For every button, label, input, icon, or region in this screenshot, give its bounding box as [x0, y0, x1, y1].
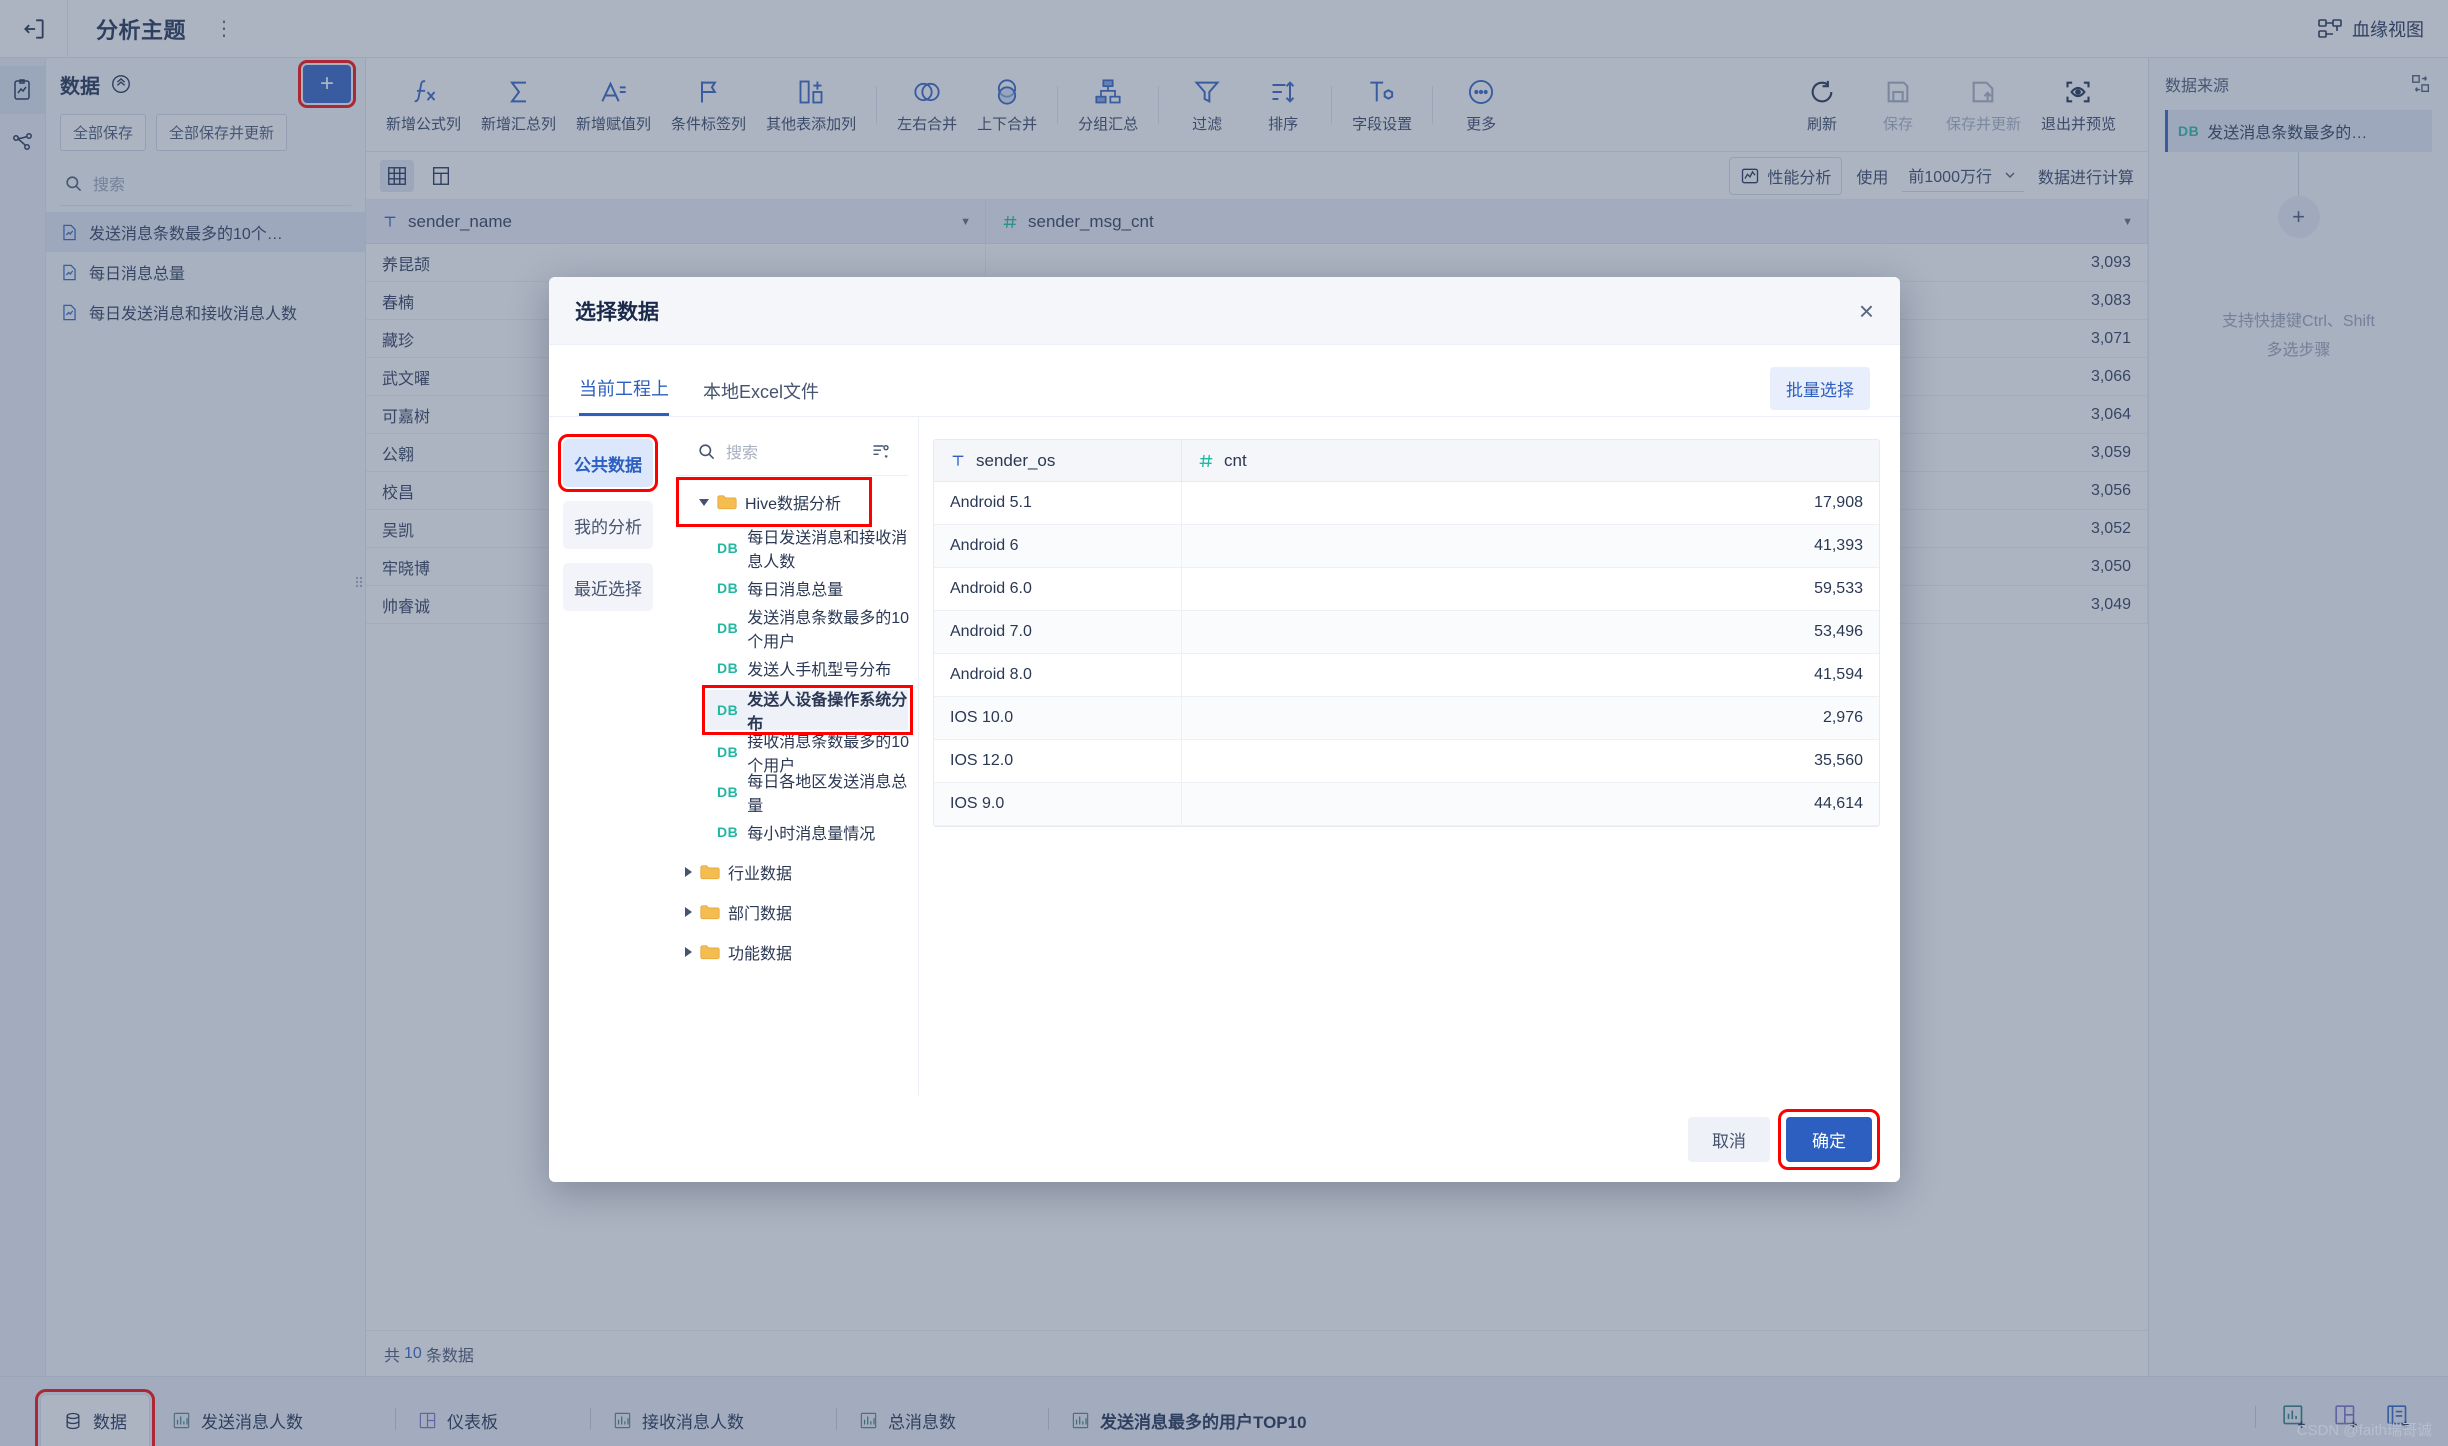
- db-badge: DB: [717, 660, 739, 676]
- chevron-right-icon: [685, 867, 692, 877]
- preview-header-row: sender_os cnt: [934, 440, 1879, 482]
- tree-leaf-list: DB 每日发送消息和接收消息人数 DB 每日消息总量 DB 发送消息条数最多的10个用户 D…: [667, 528, 918, 852]
- tab-local-excel[interactable]: 本地Excel文件: [703, 378, 819, 416]
- db-badge: DB: [717, 540, 739, 556]
- cell-sender-os: Android 6.0: [934, 568, 1182, 610]
- confirm-button[interactable]: 确定: [1786, 1116, 1872, 1162]
- preview-row: Android 6.0 59,533: [934, 568, 1879, 611]
- db-badge: DB: [717, 702, 739, 718]
- tree-leaf-label: 每日发送消息和接收消息人数: [747, 530, 908, 571]
- category-recent[interactable]: 最近选择: [563, 563, 653, 611]
- tree-leaf-item[interactable]: DB 每日发送消息和接收消息人数: [667, 528, 918, 571]
- tree-folder-department[interactable]: 部门数据: [667, 892, 918, 932]
- select-data-dialog: 选择数据 × 当前工程上 本地Excel文件 批量选择 公共数据 我的分析 最近…: [549, 277, 1900, 1182]
- folder-icon: [700, 864, 720, 881]
- cell-sender-os: IOS 12.0: [934, 740, 1182, 782]
- tree-leaf-label: 每小时消息量情况: [747, 826, 876, 843]
- cell-sender-os: Android 6: [934, 525, 1182, 567]
- preview-column-label: cnt: [1224, 450, 1247, 470]
- tree-folder-label: 功能数据: [728, 946, 793, 963]
- dataset-tree: 搜索 Hive数据分析 DB 每日发送消息和接收消息人数 DB 每日消息总量 DB 发送消…: [667, 417, 919, 1096]
- cell-cnt: 41,393: [1814, 537, 1863, 554]
- tree-leaf-item[interactable]: DB 每日各地区发送消息总量: [667, 772, 918, 815]
- tree-leaf-label: 发送消息条数最多的10个用户: [747, 610, 910, 651]
- db-badge: DB: [717, 620, 739, 636]
- chevron-down-icon: [699, 498, 709, 506]
- tree-folder-hive[interactable]: Hive数据分析: [676, 477, 872, 527]
- dialog-body: 公共数据 我的分析 最近选择 搜索 Hive数据分析 DB 每日发送消息和接收消…: [549, 416, 1900, 1096]
- tree-leaf-label: 发送人设备操作系统分布: [747, 692, 908, 733]
- batch-select-button[interactable]: 批量选择: [1770, 367, 1870, 410]
- cell-sender-os: IOS 9.0: [934, 783, 1182, 825]
- tab-current-project[interactable]: 当前工程上: [579, 375, 669, 416]
- preview-row: IOS 12.0 35,560: [934, 740, 1879, 783]
- tree-folder-function[interactable]: 功能数据: [667, 932, 918, 972]
- close-icon[interactable]: ×: [1859, 298, 1874, 324]
- dialog-tabs: 当前工程上 本地Excel文件 批量选择: [549, 345, 1900, 416]
- tree-folder-industry[interactable]: 行业数据: [667, 852, 918, 892]
- text-type-icon: [950, 453, 966, 469]
- cell-cnt: 2,976: [1822, 709, 1863, 726]
- db-badge: DB: [717, 580, 739, 596]
- preview-row: Android 7.0 53,496: [934, 611, 1879, 654]
- preview-table: sender_os cnt Android 5.1 17,908 Android 6…: [933, 439, 1880, 827]
- db-badge: DB: [717, 744, 739, 760]
- cell-sender-os: Android 7.0: [934, 611, 1182, 653]
- cell-cnt: 35,560: [1814, 752, 1863, 769]
- tree-leaf-item[interactable]: DB 接收消息条数最多的10个用户: [667, 732, 918, 775]
- folder-icon: [700, 904, 720, 921]
- tree-folder-label: 行业数据: [728, 866, 793, 883]
- folder-icon: [700, 944, 720, 961]
- cell-cnt: 44,614: [1814, 795, 1863, 812]
- tree-leaf-label: 每日各地区发送消息总量: [747, 774, 908, 815]
- db-badge: DB: [717, 784, 739, 800]
- category-public-data[interactable]: 公共数据: [558, 434, 658, 492]
- number-type-icon: [1198, 453, 1214, 469]
- folder-icon: [717, 494, 737, 511]
- tree-leaf-item[interactable]: DB 每小时消息量情况: [667, 812, 918, 852]
- dataset-preview: sender_os cnt Android 5.1 17,908 Android 6…: [919, 417, 1900, 1096]
- tree-leaf-item[interactable]: DB 每日消息总量: [667, 568, 918, 608]
- preview-column-label: sender_os: [976, 450, 1056, 470]
- preview-column-header: cnt: [1182, 440, 1879, 481]
- preview-column-header: sender_os: [934, 440, 1182, 481]
- tree-folder-label: Hive数据分析: [745, 496, 842, 513]
- tree-leaf-label: 发送人手机型号分布: [747, 662, 892, 679]
- tree-leaf-item[interactable]: DB 发送消息条数最多的10个用户: [667, 608, 918, 651]
- cell-cnt: 17,908: [1814, 494, 1863, 511]
- search-icon: [697, 442, 716, 461]
- cell-cnt: 53,496: [1814, 623, 1863, 640]
- preview-row: IOS 10.0 2,976: [934, 697, 1879, 740]
- cancel-button[interactable]: 取消: [1688, 1116, 1770, 1162]
- tree-leaf-item[interactable]: DB 发送人设备操作系统分布: [702, 685, 913, 735]
- dialog-header: 选择数据 ×: [549, 277, 1900, 345]
- cell-cnt: 41,594: [1814, 666, 1863, 683]
- cell-sender-os: Android 5.1: [934, 482, 1182, 524]
- preview-row: Android 5.1 17,908: [934, 482, 1879, 525]
- preview-row: Android 8.0 41,594: [934, 654, 1879, 697]
- filter-list-icon[interactable]: [870, 441, 892, 461]
- chevron-right-icon: [685, 947, 692, 957]
- dialog-category-list: 公共数据 我的分析 最近选择: [549, 417, 667, 1096]
- cell-cnt: 59,533: [1814, 580, 1863, 597]
- chevron-right-icon: [685, 907, 692, 917]
- tree-search-input[interactable]: 搜索: [677, 417, 908, 476]
- tree-folder-label: 部门数据: [728, 906, 793, 923]
- preview-body: Android 5.1 17,908 Android 6 41,393 Android …: [934, 482, 1879, 826]
- dialog-title: 选择数据: [575, 300, 659, 324]
- confirm-button-highlight: 确定: [1778, 1108, 1880, 1170]
- cell-sender-os: IOS 10.0: [934, 697, 1182, 739]
- preview-row: IOS 9.0 44,614: [934, 783, 1879, 826]
- category-my-analysis[interactable]: 我的分析: [563, 501, 653, 549]
- dialog-footer: 取消 确定: [549, 1096, 1900, 1182]
- cell-sender-os: Android 8.0: [934, 654, 1182, 696]
- tree-leaf-item[interactable]: DB 发送人手机型号分布: [667, 648, 918, 688]
- tree-leaf-label: 每日消息总量: [747, 582, 844, 599]
- preview-row: Android 6 41,393: [934, 525, 1879, 568]
- tree-search-placeholder: 搜索: [726, 445, 759, 462]
- db-badge: DB: [717, 824, 739, 840]
- watermark: CSDN @faith瑞哥诚: [2296, 1422, 2432, 1439]
